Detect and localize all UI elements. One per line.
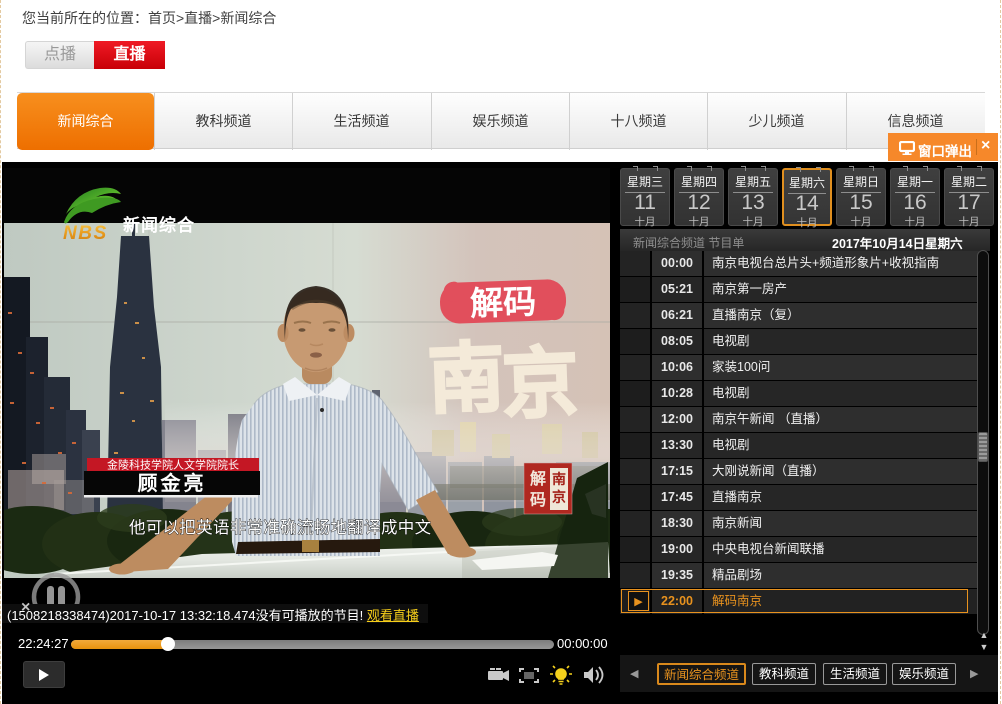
svg-text:新闻综合: 新闻综合 [123, 215, 195, 235]
svg-text:解码: 解码 [469, 283, 536, 322]
svg-text:他可以把英语非常准确流畅地翻译成中文: 他可以把英语非常准确流畅地翻译成中文 [129, 518, 431, 537]
svg-text:码: 码 [530, 491, 546, 509]
svg-text:金陵科技学院人文学院院长: 金陵科技学院人文学院院长 [107, 458, 239, 472]
svg-text:NBS: NBS [63, 223, 108, 244]
svg-text:京: 京 [501, 341, 580, 429]
svg-text:顾金亮: 顾金亮 [138, 471, 207, 495]
svg-text:解: 解 [530, 469, 546, 488]
svg-text:南: 南 [427, 336, 506, 424]
svg-text:京: 京 [552, 489, 566, 506]
svg-text:南: 南 [552, 471, 566, 488]
